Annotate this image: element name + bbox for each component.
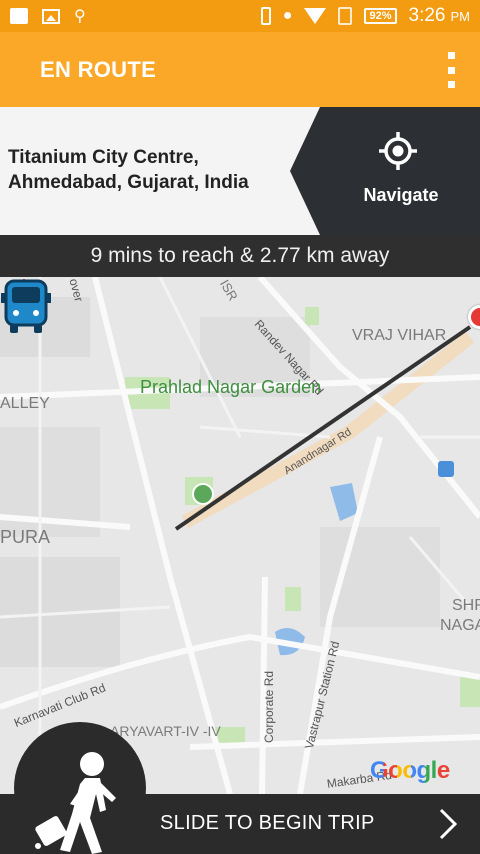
bus-stop-icon (438, 461, 454, 477)
wifi-icon (304, 8, 327, 24)
park-pin-icon (192, 483, 214, 505)
map-roads (0, 277, 480, 794)
clock-ampm: PM (450, 9, 471, 24)
map-label: Corporate Rd (262, 670, 276, 743)
google-attribution-text: Google (370, 757, 450, 784)
map-label: ALLEY (0, 395, 50, 412)
no-sim-icon (338, 7, 353, 25)
phone-icon (260, 7, 271, 25)
navigate-label: Navigate (363, 185, 439, 205)
map-label: SHR (452, 597, 480, 614)
destination-address: Titanium City Centre, Ahmedabad, Gujarat… (8, 147, 249, 193)
map-label: NAGA (440, 617, 480, 634)
navigate-button[interactable]: Navigate (290, 107, 480, 235)
battery-icon: 92% (364, 8, 397, 24)
status-bar: ⚲ ● 92% 3:26 PM (0, 0, 480, 32)
location-icon: ● (282, 7, 293, 24)
app-bar: EN ROUTE (0, 32, 480, 107)
map-label: PURA (0, 527, 51, 547)
destination-panel: Titanium City Centre, Ahmedabad, Gujarat… (0, 107, 480, 235)
map-label: Prahlad Nagar Garden (140, 377, 322, 397)
map-view[interactable]: ISR over VRAJ VIHAR Randev Nagar Rd Prah… (0, 277, 480, 794)
map-label: VRAJ VIHAR (352, 327, 447, 344)
clock-time: 3:26 (408, 5, 446, 26)
overflow-menu-icon[interactable] (446, 52, 456, 88)
clock: 3:26 PM (409, 5, 471, 27)
gps-target-icon (379, 132, 417, 170)
eta-bar: 9 mins to reach & 2.77 km away (0, 235, 480, 277)
chevron-right-icon (439, 808, 458, 840)
walking-with-luggage-icon[interactable] (30, 748, 130, 854)
image-icon (42, 8, 60, 24)
app-title: EN ROUTE (40, 56, 157, 82)
usb-icon: ⚲ (74, 8, 86, 25)
slide-label: SLIDE TO BEGIN TRIP (160, 812, 375, 834)
notification-icon (10, 8, 28, 24)
bus-icon[interactable] (0, 277, 54, 335)
map-label: ARYAVART-IV -IV (110, 723, 221, 739)
google-attribution: Google (370, 757, 450, 785)
